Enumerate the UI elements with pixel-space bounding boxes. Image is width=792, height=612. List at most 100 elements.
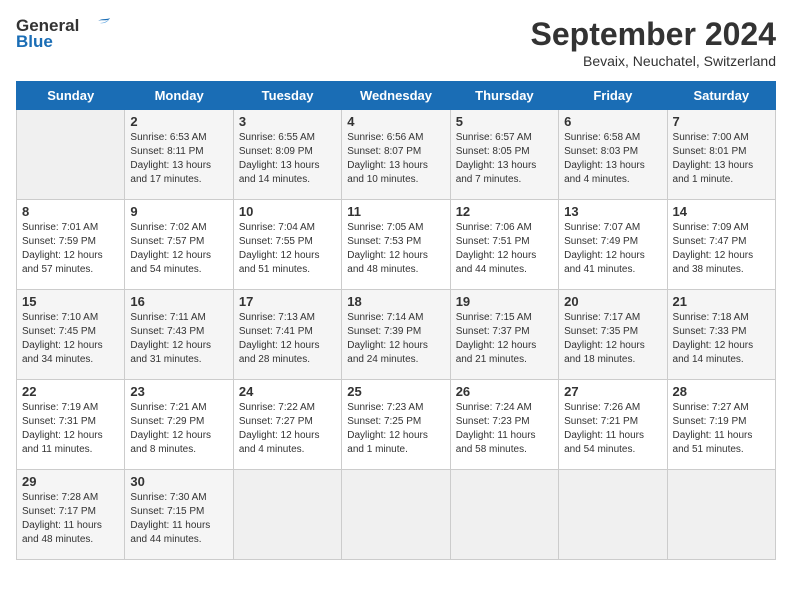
cell-details: Sunrise: 7:13 AMSunset: 7:41 PMDaylight:… bbox=[239, 311, 336, 367]
day-number: 19 bbox=[456, 294, 553, 309]
calendar-cell: 30Sunrise: 7:30 AMSunset: 7:15 PMDayligh… bbox=[125, 470, 233, 560]
cell-details: Sunrise: 7:06 AMSunset: 7:51 PMDaylight:… bbox=[456, 221, 553, 277]
calendar-cell: 17 Sunrise: 7:13 AMSunset: 7:41 PMDayligh… bbox=[233, 290, 341, 380]
day-number: 15 bbox=[22, 294, 119, 309]
cell-details: Sunrise: 7:04 AMSunset: 7:55 PMDaylight:… bbox=[239, 221, 336, 277]
calendar-cell: 15 Sunrise: 7:10 AMSunset: 7:45 PMDayligh… bbox=[17, 290, 125, 380]
page-header: General Blue September 2024 Bevaix, Neuc… bbox=[16, 16, 776, 69]
day-number: 14 bbox=[673, 204, 770, 219]
cell-details: Sunrise: 7:05 AMSunset: 7:53 PMDaylight:… bbox=[347, 221, 444, 277]
day-number: 30 bbox=[130, 474, 227, 489]
calendar-week-row: 29 Sunrise: 7:28 AMSunset: 7:17 PMDayligh… bbox=[17, 470, 776, 560]
cell-details: Sunrise: 7:14 AMSunset: 7:39 PMDaylight:… bbox=[347, 311, 444, 367]
month-title: September 2024 bbox=[531, 16, 776, 53]
location-subtitle: Bevaix, Neuchatel, Switzerland bbox=[531, 53, 776, 69]
day-number: 2 bbox=[130, 114, 227, 129]
calendar-cell: 22 Sunrise: 7:19 AMSunset: 7:31 PMDayligh… bbox=[17, 380, 125, 470]
day-number: 9 bbox=[130, 204, 227, 219]
cell-details: Sunrise: 7:01 AMSunset: 7:59 PMDaylight:… bbox=[22, 221, 119, 277]
cell-details: Sunrise: 7:02 AMSunset: 7:57 PMDaylight:… bbox=[130, 221, 227, 277]
day-number: 21 bbox=[673, 294, 770, 309]
day-number: 20 bbox=[564, 294, 661, 309]
header-sunday: Sunday bbox=[17, 82, 125, 110]
header-monday: Monday bbox=[125, 82, 233, 110]
calendar-cell: 2 Sunrise: 6:53 AMSunset: 8:11 PMDaylight… bbox=[125, 110, 233, 200]
calendar-cell: 3 Sunrise: 6:55 AMSunset: 8:09 PMDaylight… bbox=[233, 110, 341, 200]
cell-details: Sunrise: 6:55 AMSunset: 8:09 PMDaylight:… bbox=[239, 131, 336, 187]
cell-details: Sunrise: 7:10 AMSunset: 7:45 PMDaylight:… bbox=[22, 311, 119, 367]
header-tuesday: Tuesday bbox=[233, 82, 341, 110]
cell-details: Sunrise: 6:56 AMSunset: 8:07 PMDaylight:… bbox=[347, 131, 444, 187]
day-number: 5 bbox=[456, 114, 553, 129]
calendar-cell: 4 Sunrise: 6:56 AMSunset: 8:07 PMDaylight… bbox=[342, 110, 450, 200]
calendar-week-row: 22 Sunrise: 7:19 AMSunset: 7:31 PMDayligh… bbox=[17, 380, 776, 470]
cell-details: Sunrise: 7:09 AMSunset: 7:47 PMDaylight:… bbox=[673, 221, 770, 277]
cell-details: Sunrise: 7:23 AMSunset: 7:25 PMDaylight:… bbox=[347, 401, 444, 457]
header-wednesday: Wednesday bbox=[342, 82, 450, 110]
day-number: 26 bbox=[456, 384, 553, 399]
calendar-cell bbox=[667, 470, 775, 560]
calendar-cell: 14 Sunrise: 7:09 AMSunset: 7:47 PMDayligh… bbox=[667, 200, 775, 290]
calendar-cell: 25Sunrise: 7:23 AMSunset: 7:25 PMDayligh… bbox=[342, 380, 450, 470]
calendar-cell: 9 Sunrise: 7:02 AMSunset: 7:57 PMDaylight… bbox=[125, 200, 233, 290]
cell-details: Sunrise: 7:19 AMSunset: 7:31 PMDaylight:… bbox=[22, 401, 119, 457]
day-number: 4 bbox=[347, 114, 444, 129]
calendar-cell: 8Sunrise: 7:01 AMSunset: 7:59 PMDaylight… bbox=[17, 200, 125, 290]
calendar-cell bbox=[450, 470, 558, 560]
calendar-cell: 21 Sunrise: 7:18 AMSunset: 7:33 PMDayligh… bbox=[667, 290, 775, 380]
calendar-week-row: 15 Sunrise: 7:10 AMSunset: 7:45 PMDayligh… bbox=[17, 290, 776, 380]
day-number: 29 bbox=[22, 474, 119, 489]
day-number: 13 bbox=[564, 204, 661, 219]
logo: General Blue bbox=[16, 16, 114, 52]
header-thursday: Thursday bbox=[450, 82, 558, 110]
calendar-header-row: SundayMondayTuesdayWednesdayThursdayFrid… bbox=[17, 82, 776, 110]
calendar-cell bbox=[559, 470, 667, 560]
cell-details: Sunrise: 7:24 AMSunset: 7:23 PMDaylight:… bbox=[456, 401, 553, 457]
calendar-cell: 11 Sunrise: 7:05 AMSunset: 7:53 PMDayligh… bbox=[342, 200, 450, 290]
day-number: 22 bbox=[22, 384, 119, 399]
cell-details: Sunrise: 7:15 AMSunset: 7:37 PMDaylight:… bbox=[456, 311, 553, 367]
day-number: 27 bbox=[564, 384, 661, 399]
day-number: 17 bbox=[239, 294, 336, 309]
calendar-cell: 16 Sunrise: 7:11 AMSunset: 7:43 PMDayligh… bbox=[125, 290, 233, 380]
calendar-cell: 26 Sunrise: 7:24 AMSunset: 7:23 PMDayligh… bbox=[450, 380, 558, 470]
calendar-cell bbox=[17, 110, 125, 200]
calendar-cell: 23 Sunrise: 7:21 AMSunset: 7:29 PMDayligh… bbox=[125, 380, 233, 470]
day-number: 23 bbox=[130, 384, 227, 399]
cell-details: Sunrise: 7:17 AMSunset: 7:35 PMDaylight:… bbox=[564, 311, 661, 367]
cell-details: Sunrise: 7:26 AMSunset: 7:21 PMDaylight:… bbox=[564, 401, 661, 457]
day-number: 24 bbox=[239, 384, 336, 399]
calendar-cell: 27 Sunrise: 7:26 AMSunset: 7:21 PMDayligh… bbox=[559, 380, 667, 470]
calendar-cell bbox=[342, 470, 450, 560]
cell-details: Sunrise: 7:27 AMSunset: 7:19 PMDaylight:… bbox=[673, 401, 770, 457]
day-number: 3 bbox=[239, 114, 336, 129]
header-saturday: Saturday bbox=[667, 82, 775, 110]
cell-details: Sunrise: 7:11 AMSunset: 7:43 PMDaylight:… bbox=[130, 311, 227, 367]
logo-blue-text: Blue bbox=[16, 32, 53, 52]
day-number: 12 bbox=[456, 204, 553, 219]
cell-details: Sunrise: 7:07 AMSunset: 7:49 PMDaylight:… bbox=[564, 221, 661, 277]
day-number: 28 bbox=[673, 384, 770, 399]
cell-details: Sunrise: 6:57 AMSunset: 8:05 PMDaylight:… bbox=[456, 131, 553, 187]
calendar-cell: 6Sunrise: 6:58 AMSunset: 8:03 PMDaylight… bbox=[559, 110, 667, 200]
calendar-cell: 24Sunrise: 7:22 AMSunset: 7:27 PMDayligh… bbox=[233, 380, 341, 470]
cell-details: Sunrise: 7:28 AMSunset: 7:17 PMDaylight:… bbox=[22, 491, 119, 547]
day-number: 16 bbox=[130, 294, 227, 309]
calendar-cell: 5 Sunrise: 6:57 AMSunset: 8:05 PMDaylight… bbox=[450, 110, 558, 200]
calendar-cell: 28 Sunrise: 7:27 AMSunset: 7:19 PMDayligh… bbox=[667, 380, 775, 470]
calendar-cell: 12 Sunrise: 7:06 AMSunset: 7:51 PMDayligh… bbox=[450, 200, 558, 290]
cell-details: Sunrise: 6:53 AMSunset: 8:11 PMDaylight:… bbox=[130, 131, 227, 187]
calendar-week-row: 8Sunrise: 7:01 AMSunset: 7:59 PMDaylight… bbox=[17, 200, 776, 290]
day-number: 6 bbox=[564, 114, 661, 129]
cell-details: Sunrise: 7:21 AMSunset: 7:29 PMDaylight:… bbox=[130, 401, 227, 457]
calendar-cell: 20 Sunrise: 7:17 AMSunset: 7:35 PMDayligh… bbox=[559, 290, 667, 380]
calendar-cell bbox=[233, 470, 341, 560]
logo-bird-icon bbox=[82, 16, 114, 36]
calendar-cell: 29 Sunrise: 7:28 AMSunset: 7:17 PMDayligh… bbox=[17, 470, 125, 560]
day-number: 10 bbox=[239, 204, 336, 219]
calendar-cell: 13 Sunrise: 7:07 AMSunset: 7:49 PMDayligh… bbox=[559, 200, 667, 290]
day-number: 11 bbox=[347, 204, 444, 219]
cell-details: Sunrise: 7:00 AMSunset: 8:01 PMDaylight:… bbox=[673, 131, 770, 187]
cell-details: Sunrise: 7:18 AMSunset: 7:33 PMDaylight:… bbox=[673, 311, 770, 367]
day-number: 7 bbox=[673, 114, 770, 129]
